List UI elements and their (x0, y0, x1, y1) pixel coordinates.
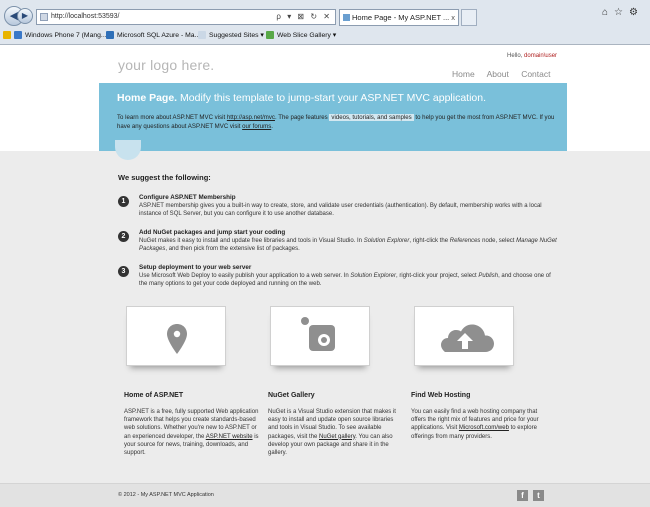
featured-banner: Home Page. Modify this template to jump-… (99, 83, 567, 151)
site-logo[interactable]: your logo here. (118, 57, 214, 73)
twitter-icon[interactable]: t (533, 490, 544, 501)
site-header: your logo here. Hello, domain\user Home … (0, 45, 650, 83)
main-menu: Home About Contact (452, 69, 560, 79)
facebook-icon[interactable]: f (517, 490, 528, 501)
nuget-gallery-link[interactable]: NuGet gallery (319, 434, 355, 440)
asp-net-card-image[interactable] (126, 306, 226, 366)
card-title: Find Web Hosting (411, 392, 471, 399)
asp-net-website-link[interactable]: ASP.NET website (206, 434, 253, 440)
favorite-windows-phone[interactable]: Windows Phone 7 (Mang... (14, 28, 107, 44)
suggest-heading: We suggest the following: (118, 173, 211, 182)
step-body: NuGet makes it easy to install and updat… (139, 238, 557, 253)
step-title: Configure ASP.NET Membership (139, 194, 236, 201)
favorites-star-icon[interactable] (3, 28, 14, 44)
window-tools-icons[interactable]: ⌂☆⚙ (602, 7, 644, 18)
forward-button-icon[interactable]: ▶ (17, 8, 33, 24)
page-icon (40, 13, 48, 21)
tab-favicon-icon (343, 14, 350, 21)
hosting-card-image[interactable] (414, 306, 514, 366)
nuget-card-image[interactable] (270, 306, 370, 366)
address-text: http://localhost:53593/ (51, 13, 120, 20)
menu-home[interactable]: Home (452, 69, 475, 79)
favorite-sql-azure[interactable]: Microsoft SQL Azure - Ma... (106, 28, 200, 44)
card-title: NuGet Gallery (268, 392, 315, 399)
featured-title-rest: Modify this template to jump-start your … (180, 92, 487, 104)
address-tools-icons[interactable]: ρ ▾ ⊠ ↻ ✕ (276, 10, 332, 24)
card-body: You can easily find a web hosting compan… (411, 409, 539, 440)
nuget-icon (301, 317, 335, 351)
tab-title: Home Page - My ASP.NET ... (352, 13, 450, 22)
favorite-web-slice-gallery[interactable]: Web Slice Gallery ▾ (266, 28, 336, 44)
step-number: 1 (118, 196, 129, 207)
favorites-bar: Windows Phone 7 (Mang... Microsoft SQL A… (0, 28, 650, 44)
step-body: Use Microsoft Web Deploy to easily publi… (139, 273, 551, 288)
featured-text: To learn more about ASP.NET MVC visit ht… (117, 114, 555, 130)
step-title: Setup deployment to your web server (139, 264, 252, 271)
menu-about[interactable]: About (487, 69, 509, 79)
step-body: ASP.NET membership gives you a built-in … (139, 203, 542, 218)
cloud-upload-icon (441, 324, 494, 352)
featured-notch (115, 140, 141, 160)
menu-contact[interactable]: Contact (521, 69, 550, 79)
step-title: Add NuGet packages and jump start your c… (139, 229, 286, 236)
tab-close-icon[interactable]: x (451, 10, 455, 25)
tab-home-page[interactable]: Home Page - My ASP.NET ... x (339, 9, 459, 26)
featured-title-bold: Home Page. (117, 92, 178, 104)
asp-net-mvc-link[interactable]: http://asp.net/mvc (227, 114, 275, 121)
microsoft-web-link[interactable]: Microsoft.com/web (459, 425, 509, 431)
username-link[interactable]: domain\user (524, 53, 557, 59)
site-footer: © 2012 - My ASP.NET MVC Application f t (0, 483, 650, 507)
card-title: Home of ASP.NET (124, 392, 184, 399)
login-display: Hello, domain\user (507, 53, 557, 59)
videos-tutorials-link[interactable]: videos, tutorials, and samples (329, 114, 414, 121)
map-pin-icon (167, 324, 187, 354)
hello-label: Hello, (507, 53, 523, 59)
forums-link[interactable]: our forums (242, 123, 271, 130)
step-number: 2 (118, 231, 129, 242)
copyright-text: © 2012 - My ASP.NET MVC Application (118, 492, 214, 498)
step-number: 3 (118, 266, 129, 277)
favorite-suggested-sites[interactable]: Suggested Sites ▾ (198, 28, 264, 44)
featured-wrapper: Home Page. Modify this template to jump-… (0, 83, 650, 151)
card-body: NuGet is a Visual Studio extension that … (268, 409, 396, 457)
featured-title: Home Page. Modify this template to jump-… (117, 92, 486, 104)
browser-chrome: ◀ ▶ http://localhost:53593/ ρ ▾ ⊠ ↻ ✕ Ho… (0, 0, 650, 45)
address-bar[interactable]: http://localhost:53593/ ρ ▾ ⊠ ↻ ✕ (36, 9, 336, 25)
new-tab-button[interactable] (461, 9, 477, 26)
card-body: ASP.NET is a free, fully supported Web a… (124, 409, 259, 457)
